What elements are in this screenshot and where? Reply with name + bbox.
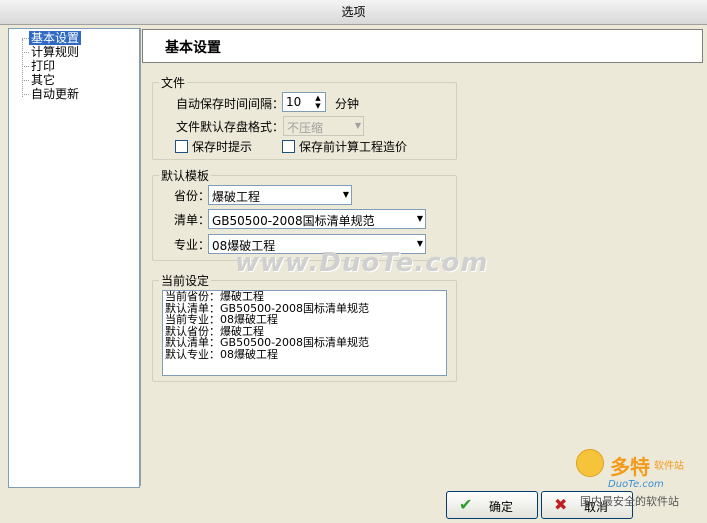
logo-sub-text: 软件站 — [654, 461, 684, 472]
logo-url-text: DuoTe.com — [608, 479, 664, 490]
calc-before-save-label: 保存前计算工程造价 — [299, 140, 408, 154]
province-value: 爆破工程 — [212, 190, 261, 204]
page-title: 基本设置 — [165, 40, 221, 56]
ok-label: 确定 — [489, 500, 514, 514]
chevron-down-icon: ▼ — [416, 239, 423, 248]
save-prompt-checkbox[interactable] — [175, 140, 188, 153]
tree-connector — [22, 66, 29, 67]
current-settings-legend: 当前设定 — [161, 274, 210, 288]
autosave-interval-stepper[interactable]: 10 ▲ ▼ — [282, 92, 326, 112]
site-logo: 多特 软件站 DuoTe.com 国内最安全的软件站 — [572, 445, 702, 515]
current-settings-text[interactable]: 当前省份：爆破工程 默认清单：GB50500-2008国标清单规范 当前专业：0… — [162, 290, 447, 376]
current-setting-line: 默认清单：GB50500-2008国标清单规范 — [165, 336, 370, 349]
tree-connector — [22, 94, 29, 95]
autosave-unit: 分钟 — [335, 97, 360, 111]
save-format-value: 不压缩 — [287, 121, 324, 135]
logo-main-text: 多特 — [610, 455, 650, 479]
tree-item-other[interactable]: 其它 — [29, 73, 57, 87]
panel-header: 基本设置 — [142, 29, 703, 63]
autosave-label: 自动保存时间间隔： — [176, 97, 285, 111]
category-tree[interactable]: 基本设置 计算规则 打印 其它 自动更新 — [8, 28, 140, 488]
checkmark-icon: ✔ — [459, 495, 473, 514]
save-format-select: 不压缩 ▼ — [283, 116, 364, 136]
list-value: GB50500-2008国标清单规范 — [212, 214, 375, 228]
ok-button[interactable]: ✔ 确定 — [446, 491, 538, 519]
current-setting-line: 当前专业：08爆破工程 — [165, 313, 278, 326]
calc-before-save-checkbox[interactable] — [282, 140, 295, 153]
window-title: 选项 — [341, 5, 366, 19]
tree-connector — [22, 52, 29, 53]
list-select[interactable]: GB50500-2008国标清单规范 ▼ — [208, 209, 426, 229]
tree-item-print[interactable]: 打印 — [29, 59, 57, 73]
tree-item-calc-rules[interactable]: 计算规则 — [29, 45, 81, 59]
current-setting-line: 当前省份：爆破工程 — [165, 290, 264, 303]
tree-connector — [22, 80, 29, 81]
template-group-legend: 默认模板 — [161, 169, 210, 183]
tree-item-auto-update[interactable]: 自动更新 — [29, 87, 81, 101]
save-prompt-label: 保存时提示 — [192, 140, 253, 154]
chevron-down-icon: ▼ — [354, 121, 361, 130]
mascot-icon — [576, 449, 604, 477]
save-format-label: 文件默认存盘格式： — [176, 120, 285, 134]
chevron-down-icon: ▼ — [416, 214, 423, 223]
tree-connector — [22, 39, 23, 97]
autosave-interval-value: 10 — [286, 95, 302, 109]
watermark: www.DuoTe.com — [235, 248, 489, 278]
province-select[interactable]: 爆破工程 ▼ — [208, 185, 352, 205]
chevron-down-icon: ▼ — [342, 190, 349, 199]
file-group-legend: 文件 — [161, 76, 186, 90]
close-icon: ✖ — [554, 495, 568, 514]
tree-item-basic-settings[interactable]: 基本设置 — [29, 31, 82, 45]
spinner-arrows-icon[interactable]: ▲ ▼ — [312, 94, 324, 110]
list-label: 清单： — [174, 213, 211, 227]
title-bar: 选项 — [0, 0, 707, 25]
tree-connector — [22, 38, 29, 39]
logo-tagline: 国内最安全的软件站 — [580, 495, 679, 508]
current-setting-line: 默认专业：08爆破工程 — [165, 347, 278, 361]
province-label: 省份： — [174, 189, 211, 203]
specialty-label: 专业： — [174, 238, 211, 252]
